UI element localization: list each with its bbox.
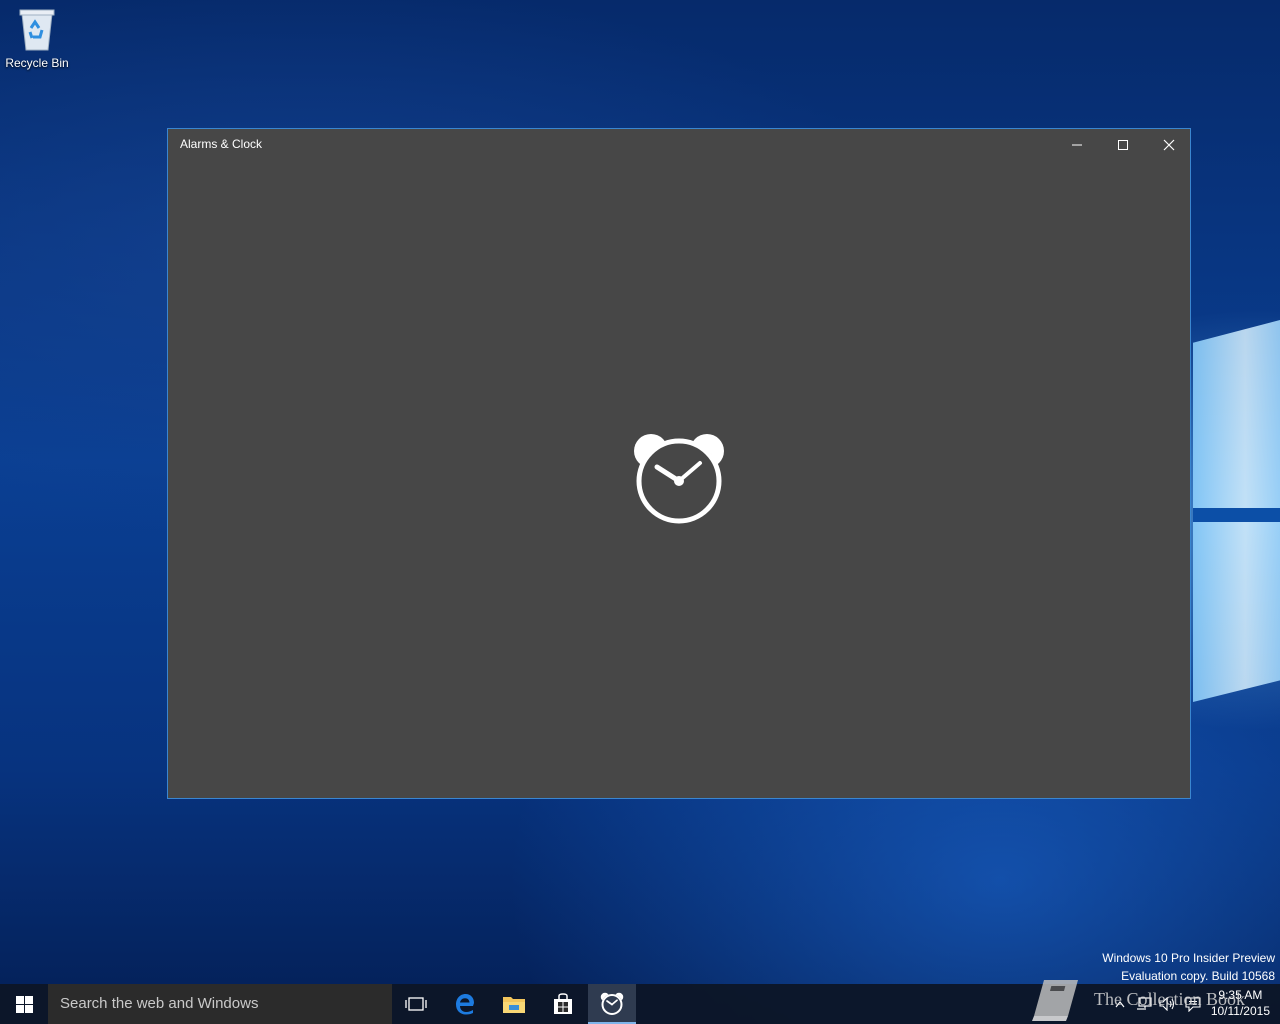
watermark-line-1: Windows 10 Pro Insider Preview [1102, 951, 1275, 965]
task-view-button[interactable] [392, 984, 440, 1024]
minimize-button[interactable] [1054, 129, 1100, 160]
search-box[interactable]: Search the web and Windows [48, 984, 392, 1024]
store-icon [554, 993, 572, 1014]
brand-watermark-text: The Collection Book [1094, 988, 1245, 1009]
start-button[interactable] [0, 984, 48, 1024]
minimize-icon [1072, 144, 1082, 145]
desktop-icon-label: Recycle Bin [5, 56, 69, 70]
desktop-icon-recycle-bin[interactable]: Recycle Bin [4, 6, 70, 70]
store-button[interactable] [539, 984, 587, 1024]
file-explorer-icon [503, 997, 525, 1013]
alarms-clock-taskbar-button[interactable] [588, 984, 636, 1024]
edge-icon [456, 994, 474, 1015]
windows-start-icon [15, 995, 33, 1013]
book-icon [1032, 980, 1078, 1021]
alarm-clock-icon [634, 434, 724, 524]
close-button[interactable] [1146, 129, 1192, 160]
edge-button[interactable] [441, 984, 489, 1024]
alarms-clock-icon [600, 992, 624, 1015]
window-title: Alarms & Clock [180, 137, 263, 151]
title-bar[interactable]: Alarms & Clock [168, 129, 1190, 160]
windows-logo-wallpaper [1193, 300, 1280, 720]
brand-watermark: The Collection Book [1030, 976, 1245, 1022]
maximize-icon [1118, 139, 1128, 150]
task-view-icon [405, 997, 427, 1011]
recycle-bin-icon [19, 9, 55, 51]
maximize-button[interactable] [1100, 129, 1146, 160]
close-icon [1163, 139, 1175, 150]
alarms-clock-window[interactable]: Alarms & Clock [167, 128, 1191, 799]
file-explorer-button[interactable] [490, 984, 538, 1024]
